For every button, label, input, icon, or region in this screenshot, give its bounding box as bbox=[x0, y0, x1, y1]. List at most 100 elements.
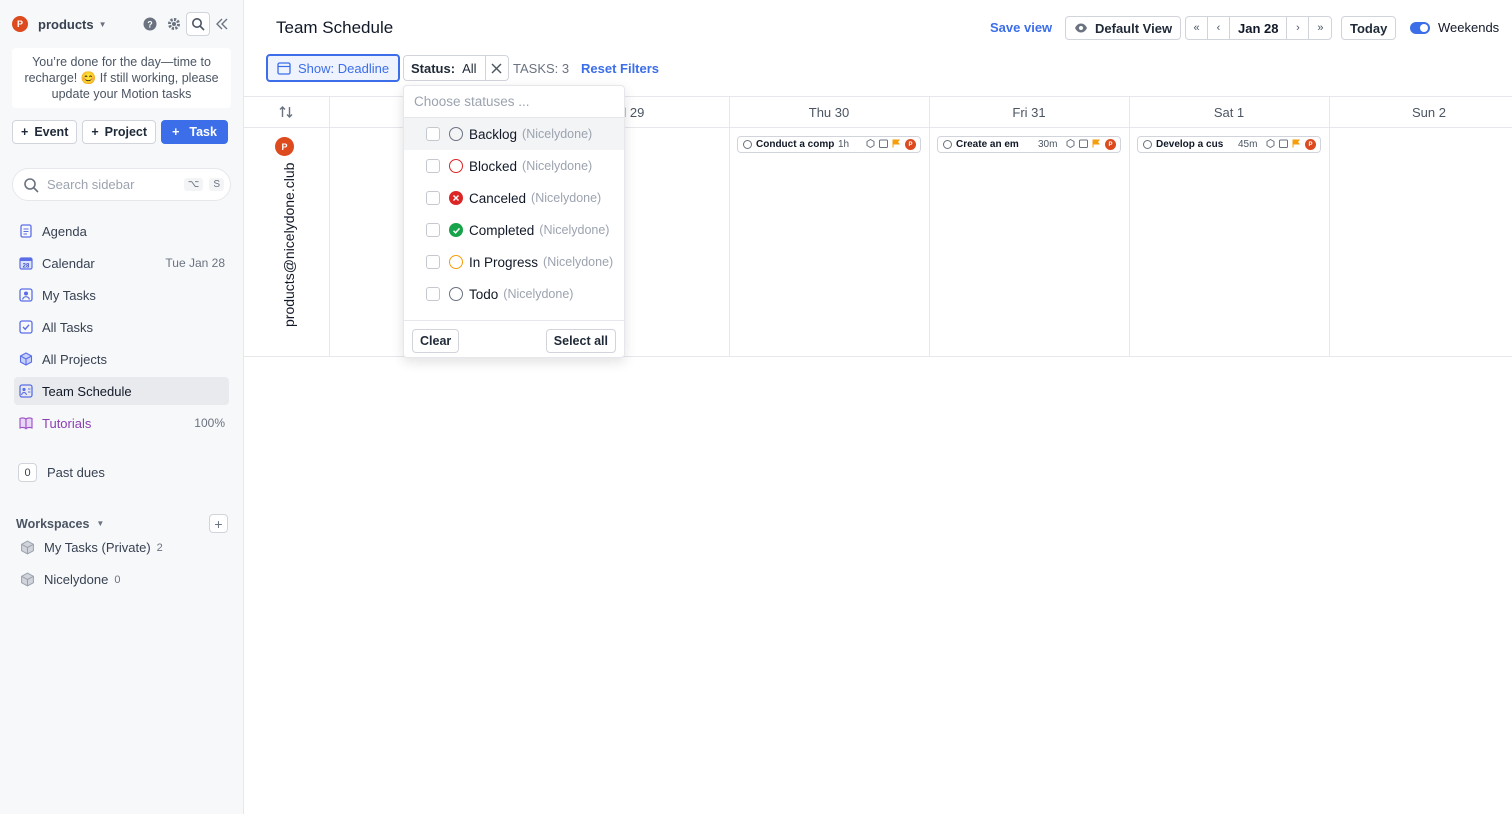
task-name: Conduct a comp bbox=[756, 139, 834, 150]
status-option-workspace: (Nicelydone) bbox=[522, 127, 593, 141]
chevron-right-icon[interactable]: › bbox=[1287, 17, 1310, 39]
add-task-button[interactable]: + Task bbox=[161, 120, 228, 144]
svg-text:?: ? bbox=[147, 20, 153, 30]
checkbox[interactable] bbox=[426, 159, 440, 173]
double-chevron-left-icon[interactable]: « bbox=[1186, 17, 1208, 39]
calendar-icon bbox=[879, 139, 888, 151]
sidebar-search[interactable]: Search sidebar ⌥ S bbox=[12, 168, 231, 201]
help-icon[interactable]: ? bbox=[138, 12, 162, 36]
past-dues[interactable]: 0 Past dues bbox=[18, 463, 105, 482]
add-event-button[interactable]: + Event bbox=[12, 120, 78, 144]
checkbox[interactable] bbox=[426, 127, 440, 141]
dropdown-footer: Clear Select all bbox=[404, 320, 624, 358]
workspaces-title: Workspaces bbox=[16, 516, 90, 531]
status-option-label: Backlog bbox=[469, 126, 518, 142]
user-icon bbox=[18, 287, 34, 303]
status-option-blocked[interactable]: Blocked (Nicelydone) bbox=[404, 150, 624, 182]
today-button[interactable]: Today bbox=[1341, 16, 1397, 40]
task-name: Create an em bbox=[956, 139, 1019, 150]
current-date[interactable]: Jan 28 bbox=[1230, 17, 1288, 39]
collapse-sidebar-icon[interactable] bbox=[210, 12, 234, 36]
status-option-todo[interactable]: Todo (Nicelydone) bbox=[404, 278, 624, 310]
task-chip[interactable]: Develop a cus 45m P bbox=[1137, 136, 1321, 153]
status-option-workspace: (Nicelydone) bbox=[543, 255, 614, 269]
status-option-completed[interactable]: Completed (Nicelydone) bbox=[404, 214, 624, 246]
calendar-icon bbox=[277, 61, 291, 75]
task-name: Develop a cus bbox=[1156, 139, 1224, 150]
avatar: P bbox=[1105, 139, 1116, 150]
sidebar-item-agenda[interactable]: Agenda bbox=[14, 217, 229, 245]
cube-icon bbox=[20, 540, 35, 555]
day-header: Thu 30 bbox=[808, 105, 850, 120]
sidebar-item-tutorials[interactable]: Tutorials 100% bbox=[14, 409, 229, 437]
select-all-button[interactable]: Select all bbox=[545, 329, 616, 353]
clear-button[interactable]: Clear bbox=[412, 329, 460, 353]
checkbox[interactable] bbox=[426, 255, 440, 269]
cube-icon bbox=[18, 351, 34, 367]
reset-filters-button[interactable]: Reset Filters bbox=[581, 61, 659, 76]
add-workspace-button[interactable]: + bbox=[209, 514, 228, 533]
status-filter[interactable]: Status: All bbox=[403, 55, 509, 81]
grid-divider bbox=[1329, 97, 1330, 356]
checkbox[interactable] bbox=[426, 223, 440, 237]
end-of-day-notice: You’re done for the day—time to recharge… bbox=[12, 48, 231, 108]
gear-icon[interactable] bbox=[162, 12, 186, 36]
status-option-label: In Progress bbox=[469, 254, 539, 270]
status-circle-icon bbox=[943, 140, 952, 149]
shortcut-key: ⌥ bbox=[183, 178, 204, 191]
user-email: products@nicelydone.club bbox=[281, 163, 297, 328]
book-icon bbox=[18, 415, 34, 431]
sidebar-item-all-tasks[interactable]: All Tasks bbox=[14, 313, 229, 341]
backlog-status-icon bbox=[449, 127, 463, 141]
checkbox[interactable] bbox=[426, 191, 440, 205]
workspace-item[interactable]: My Tasks (Private) 2 bbox=[20, 540, 163, 555]
sidebar-item-all-projects[interactable]: All Projects bbox=[14, 345, 229, 373]
plus-icon: + bbox=[172, 125, 180, 139]
calendar-date: Tue Jan 28 bbox=[165, 256, 225, 270]
grid-divider bbox=[729, 97, 730, 356]
status-option-canceled[interactable]: Canceled (Nicelydone) bbox=[404, 182, 624, 214]
double-chevron-right-icon[interactable]: » bbox=[1309, 17, 1331, 39]
page-title: Team Schedule bbox=[276, 18, 394, 37]
sidebar-item-calendar[interactable]: 28 Calendar Tue Jan 28 bbox=[14, 249, 229, 277]
weekends-toggle[interactable]: Weekends bbox=[1410, 20, 1499, 35]
search-icon[interactable] bbox=[186, 12, 210, 36]
workspace-item[interactable]: Nicelydone 0 bbox=[20, 572, 120, 587]
in-progress-status-icon bbox=[449, 255, 463, 269]
close-icon[interactable] bbox=[484, 56, 508, 80]
chevron-down-icon[interactable]: ▼ bbox=[96, 519, 104, 528]
flag-icon bbox=[1292, 139, 1301, 151]
task-duration: 45m bbox=[1238, 139, 1258, 150]
status-option-workspace: (Nicelydone) bbox=[531, 191, 602, 205]
checkbox[interactable] bbox=[426, 287, 440, 301]
sidebar: P products ▼ ? You’re done for the day—t… bbox=[0, 0, 244, 814]
date-navigator: « ‹ Jan 28 › » bbox=[1185, 16, 1333, 40]
team-schedule-icon bbox=[18, 383, 34, 399]
workspace-label: Nicelydone bbox=[44, 572, 109, 587]
save-view-button[interactable]: Save view bbox=[990, 20, 1052, 35]
plus-icon: + bbox=[91, 125, 99, 139]
default-view-button[interactable]: Default View bbox=[1065, 16, 1182, 40]
chevron-left-icon[interactable]: ‹ bbox=[1208, 17, 1230, 39]
status-option-workspace: (Nicelydone) bbox=[503, 287, 574, 301]
calendar-icon bbox=[1279, 139, 1288, 151]
task-chip[interactable]: Create an em 30m P bbox=[937, 136, 1121, 153]
add-project-button[interactable]: + Project bbox=[82, 120, 157, 144]
status-option-backlog[interactable]: Backlog (Nicelydone) bbox=[404, 118, 624, 150]
task-chip[interactable]: Conduct a comp 1h P bbox=[737, 136, 921, 153]
sidebar-item-label: All Tasks bbox=[42, 319, 94, 335]
status-option-in-progress[interactable]: In Progress (Nicelydone) bbox=[404, 246, 624, 278]
day-header: Sat 1 bbox=[1213, 105, 1245, 120]
show-deadline-filter[interactable]: Show: Deadline bbox=[266, 54, 401, 82]
sidebar-item-label: Team Schedule bbox=[42, 383, 132, 399]
toggle-switch[interactable] bbox=[1410, 21, 1430, 34]
status-search-input[interactable]: Choose statuses ... bbox=[404, 86, 624, 118]
sort-icon[interactable] bbox=[278, 105, 294, 124]
sidebar-item-label: Tutorials bbox=[42, 415, 92, 431]
status-option-workspace: (Nicelydone) bbox=[539, 223, 610, 237]
sidebar-item-team-schedule[interactable]: Team Schedule bbox=[14, 377, 229, 405]
tutorials-progress: 100% bbox=[194, 416, 225, 430]
plus-icon: + bbox=[21, 125, 29, 139]
sidebar-item-my-tasks[interactable]: My Tasks bbox=[14, 281, 229, 309]
calendar-icon: 28 bbox=[18, 255, 34, 271]
